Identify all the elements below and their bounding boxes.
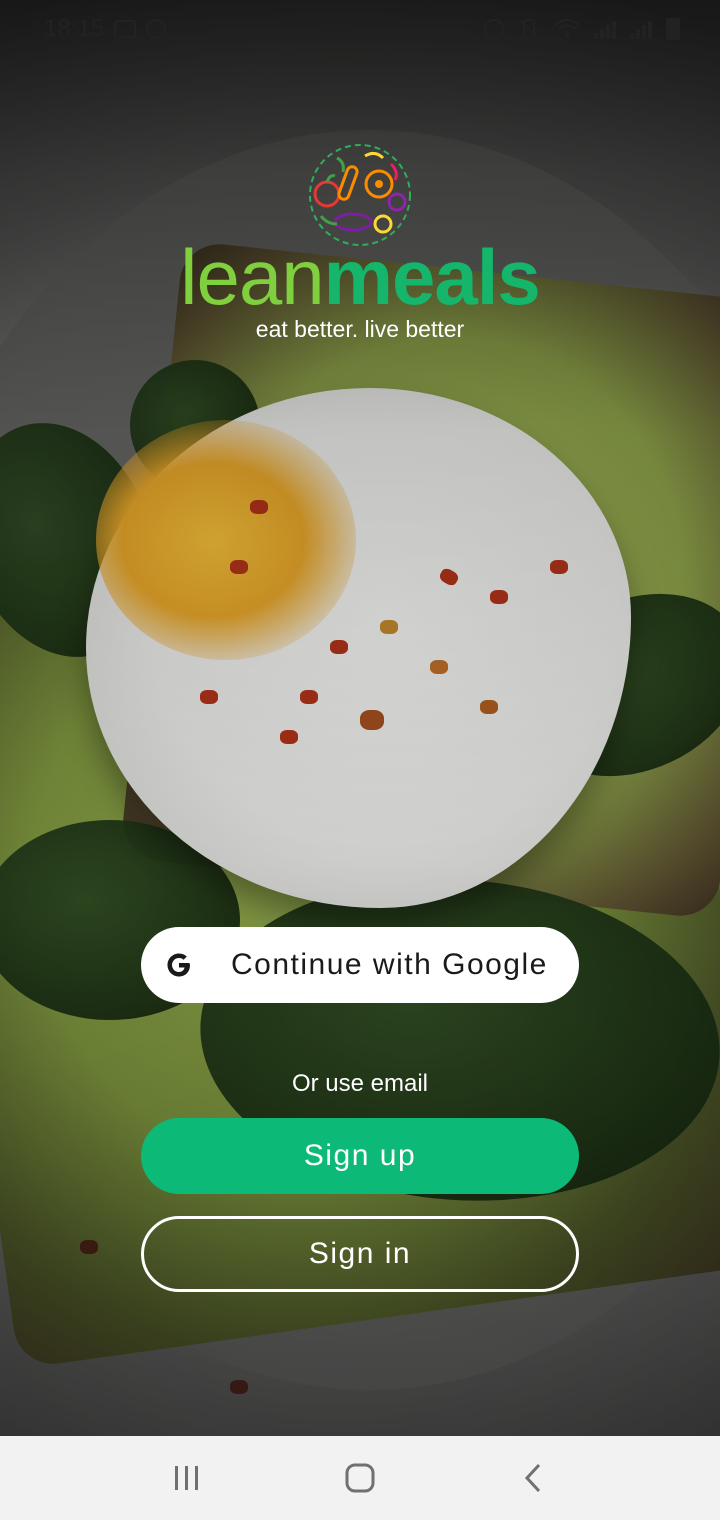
wifi-icon bbox=[554, 19, 580, 38]
brand-wordmark: leanmeals bbox=[0, 232, 720, 322]
google-icon bbox=[167, 953, 190, 977]
signal-icon bbox=[594, 19, 616, 39]
vibrate-icon bbox=[519, 19, 539, 39]
back-button[interactable] bbox=[503, 1448, 563, 1508]
recents-button[interactable] bbox=[157, 1448, 217, 1508]
sign-in-button[interactable]: Sign in bbox=[141, 1216, 579, 1292]
recents-icon bbox=[174, 1466, 198, 1490]
battery-icon bbox=[666, 18, 680, 40]
timer-icon bbox=[146, 19, 167, 39]
brand-name-lean: lean bbox=[180, 233, 324, 321]
image-icon bbox=[114, 20, 137, 38]
tagline: eat better. live better bbox=[255, 316, 465, 342]
navigation-bar bbox=[0, 1436, 720, 1520]
alarm-icon bbox=[484, 19, 504, 39]
home-icon bbox=[345, 1463, 375, 1493]
sign-up-button[interactable]: Sign up bbox=[141, 1118, 579, 1194]
email-divider-text: Or use email bbox=[291, 1070, 429, 1097]
status-time: 18:15 bbox=[44, 15, 105, 42]
continue-with-google-label: Continue with Google bbox=[231, 948, 548, 981]
home-button[interactable] bbox=[330, 1448, 390, 1508]
brand-name-meals: meals bbox=[323, 233, 541, 321]
back-icon bbox=[525, 1463, 541, 1493]
continue-with-google-button[interactable]: Continue with Google bbox=[141, 927, 579, 1003]
signal-icon bbox=[630, 19, 652, 39]
status-bar: 18:15 bbox=[0, 0, 720, 58]
